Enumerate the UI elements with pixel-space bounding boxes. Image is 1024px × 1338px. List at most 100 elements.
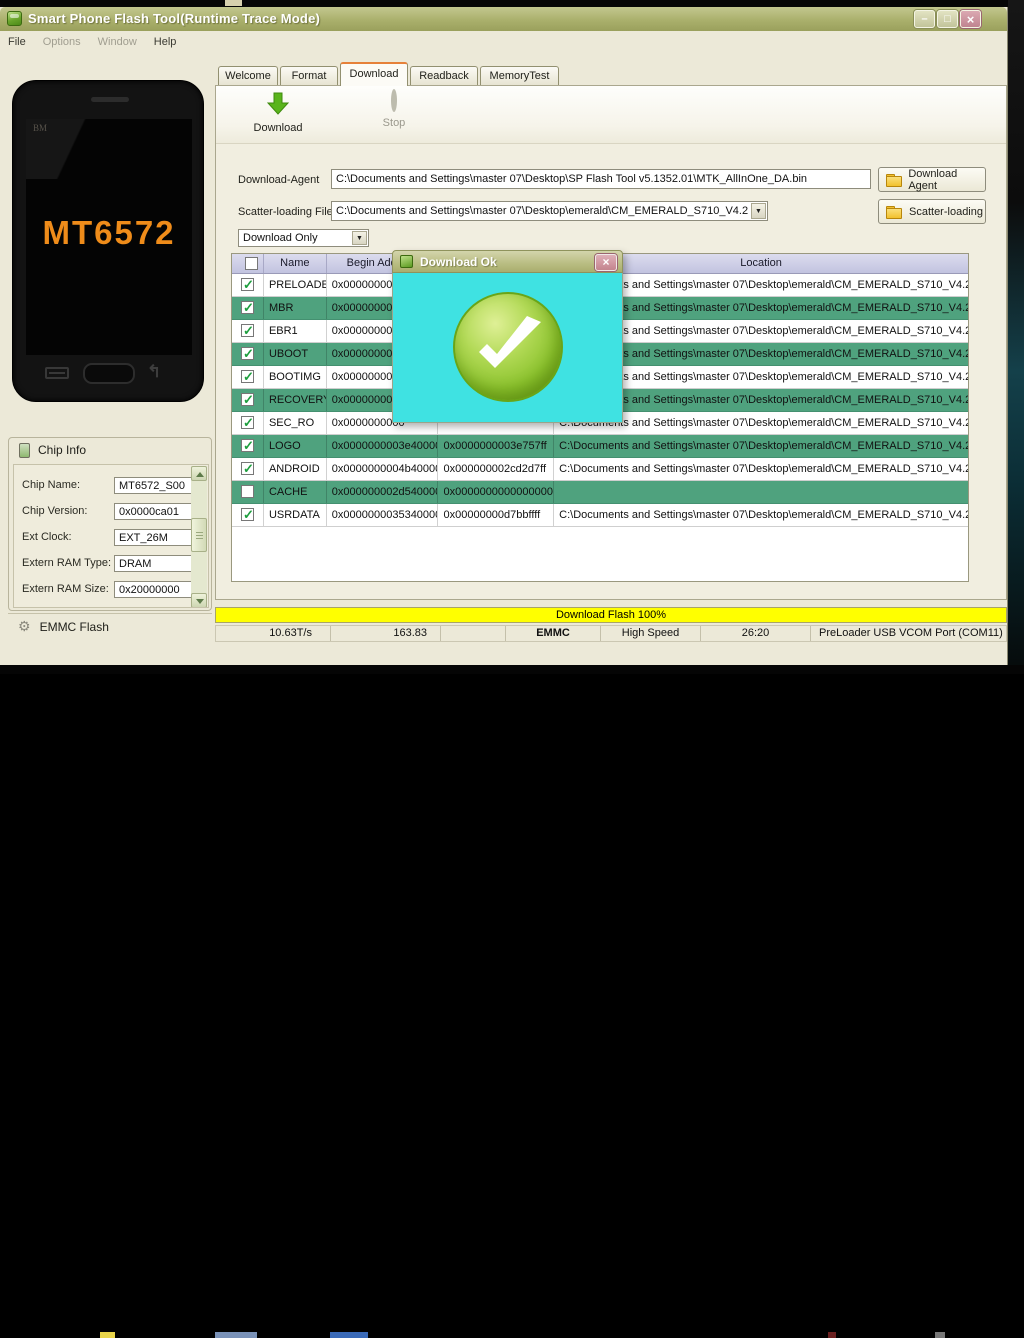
menu-key-icon [45,367,69,379]
chip-field-value-partial [114,607,194,608]
title-bar[interactable]: Smart Phone Flash Tool(Runtime Trace Mod… [0,7,1007,31]
chip-field-label: Chip Version: [22,505,88,517]
phone-earpiece [91,97,129,102]
tab-download[interactable]: Download [340,62,408,86]
table-row[interactable]: CACHE 0x000000002d540000 0x000000000000000… [232,481,968,504]
cell-name: RECOVERY [264,389,327,411]
dialog-title-bar[interactable]: Download Ok × [392,250,623,273]
menu-file[interactable]: File [8,36,26,48]
desktop-right-area [1008,0,1024,674]
scroll-thumb[interactable] [191,518,207,552]
scroll-up-icon[interactable] [191,466,207,481]
cell-begin: 0x0000000004b40000 [327,458,439,480]
row-checkbox[interactable] [232,297,264,319]
maximize-button[interactable]: □ [937,10,958,28]
cell-name: ANDROID [264,458,327,480]
status-cell: 163.83 [331,626,441,641]
phone-gloss [26,119,192,179]
tab-welcome[interactable]: Welcome [218,66,278,85]
tab-memorytest[interactable]: MemoryTest [480,66,559,85]
row-checkbox[interactable] [232,320,264,342]
cell-end: 0x0000000003e757ff [438,435,555,457]
scroll-down-icon[interactable] [191,593,207,607]
menu-help[interactable]: Help [154,36,177,48]
table-row[interactable]: LOGO0x0000000003e400000x0000000003e757ff… [232,435,968,458]
table-row[interactable]: USRDATA0x00000000353400000x00000000d7bbf… [232,504,968,527]
row-checkbox[interactable] [232,481,264,503]
dialog-close-icon[interactable]: × [595,254,617,271]
row-checkbox[interactable] [232,435,264,457]
desktop-screen: Smart Phone Flash Tool(Runtime Trace Mod… [0,0,1024,1338]
chip-field-label: Chip Name: [22,479,81,491]
download-agent-input[interactable] [331,169,871,189]
chip-field-label: Extern RAM Type: [22,557,112,569]
table-row[interactable]: ANDROID0x0000000004b400000x000000002cd2d… [232,458,968,481]
tab-strip: Welcome Format Download Readback MemoryTest [0,62,1007,86]
status-cell [441,626,506,641]
cell-begin: 0x0000000035340000 [327,504,439,526]
download-agent-button-label: Download Agent [908,167,958,192]
chip-field-value: MT6572_S00 [114,477,194,494]
menu-window[interactable]: Window [98,36,137,48]
download-arrow-icon [266,92,290,116]
chip-info-title: Chip Info [38,443,87,457]
menu-options[interactable]: Options [43,36,81,48]
header-name[interactable]: Name [264,254,327,273]
download-agent-label: Download-Agent [238,174,320,186]
row-checkbox[interactable] [232,389,264,411]
progress-bar: Download Flash 100% [215,607,1007,623]
phone-preview: BM MT6572 ↰ [12,80,204,402]
scatter-file-value: C:\Documents and Settings\master 07\Desk… [336,205,749,217]
tab-readback[interactable]: Readback [410,66,478,85]
cell-name: UBOOT [264,343,327,365]
header-checkbox-cell[interactable] [232,254,264,273]
status-cell: High Speed [601,626,701,641]
desktop-top-strip [0,0,1024,7]
chip-info-scrollbar[interactable] [191,466,207,607]
status-cell: PreLoader USB VCOM Port (COM11) [819,627,1003,639]
stop-button-label: Stop [382,117,406,129]
status-cell: 26:20 [701,626,811,641]
stop-button[interactable]: Stop [358,89,430,138]
cell-location: C:\Documents and Settings\master 07\Desk… [559,509,969,521]
cell-name: EBR1 [264,320,327,342]
chip-field-label: Ext Clock: [22,531,72,543]
folder-icon [886,205,902,219]
scatter-file-combo[interactable]: C:\Documents and Settings\master 07\Desk… [331,201,768,221]
phone-chip-icon [19,442,30,458]
chip-info-panel: Chip Info Chip Name: MT6572_S00 Chip Versi… [8,437,212,611]
row-checkbox[interactable] [232,274,264,296]
cell-name: USRDATA [264,504,327,526]
scatter-file-label: Scatter-loading File [238,206,333,218]
folder-icon [886,173,903,187]
cell-begin: 0x000000002d540000 [327,481,439,503]
scatter-loading-button[interactable]: Scatter-loading [878,199,986,224]
download-mode-combo[interactable]: Download Only ▼ [238,229,369,247]
taskbar-strip [0,665,1024,1338]
tab-format[interactable]: Format [280,66,338,85]
row-checkbox[interactable] [232,343,264,365]
taskbar-fragment [330,1332,368,1338]
cell-name: PRELOADER [264,274,327,296]
chip-field-label: Extern RAM Size: [22,583,109,595]
taskbar-fragment [215,1332,257,1338]
select-all-checkbox[interactable] [245,257,259,270]
row-checkbox[interactable] [232,366,264,388]
row-checkbox[interactable] [232,504,264,526]
taskbar-fragment [935,1332,945,1338]
chevron-down-icon[interactable]: ▼ [352,231,367,245]
minimize-button[interactable]: – [914,10,935,28]
cell-end: 0x000000002cd2d7ff [438,458,555,480]
cell-location: C:\Documents and Settings\master 07\Desk… [559,440,969,452]
download-agent-button[interactable]: Download Agent [878,167,986,192]
chevron-down-icon[interactable]: ▼ [751,203,766,219]
cell-name: SEC_RO [264,412,327,434]
download-button[interactable]: Download [242,92,314,138]
cell-name: LOGO [264,435,327,457]
scatter-loading-button-label: Scatter-loading [909,205,983,218]
back-key-icon: ↰ [147,362,162,381]
row-checkbox[interactable] [232,412,264,434]
row-checkbox[interactable] [232,458,264,480]
close-button[interactable]: × [960,10,981,28]
desktop-notch [225,0,242,6]
